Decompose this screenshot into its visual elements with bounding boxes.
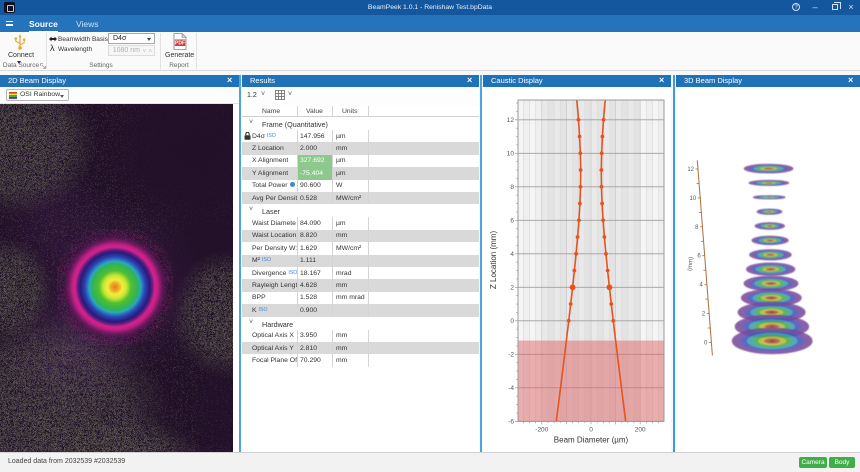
svg-text:12: 12 (507, 117, 515, 124)
svg-text:-6: -6 (508, 419, 514, 426)
svg-text:-4: -4 (508, 385, 514, 392)
svg-text:2: 2 (510, 285, 514, 292)
svg-text:0: 0 (589, 426, 593, 433)
svg-text:0: 0 (510, 318, 514, 325)
svg-text:10: 10 (507, 151, 515, 158)
svg-text:12: 12 (687, 167, 694, 173)
svg-text:2: 2 (702, 312, 706, 318)
svg-text:PDF: PDF (175, 41, 185, 47)
svg-text:Beam Diameter (µm): Beam Diameter (µm) (554, 435, 629, 444)
svg-text:8: 8 (510, 184, 514, 191)
svg-text:-200: -200 (535, 426, 548, 433)
svg-text:0: 0 (704, 341, 708, 347)
svg-text:(mm): (mm) (687, 257, 694, 271)
svg-text:Z Location (mm): Z Location (mm) (489, 231, 498, 290)
svg-text:6: 6 (510, 218, 514, 225)
svg-text:6: 6 (697, 254, 701, 260)
svg-text:200: 200 (635, 426, 646, 433)
svg-text:4: 4 (510, 251, 514, 258)
svg-text:4: 4 (700, 283, 704, 289)
svg-text:10: 10 (690, 196, 697, 202)
svg-text:-2: -2 (508, 352, 514, 359)
svg-text:8: 8 (695, 225, 699, 231)
